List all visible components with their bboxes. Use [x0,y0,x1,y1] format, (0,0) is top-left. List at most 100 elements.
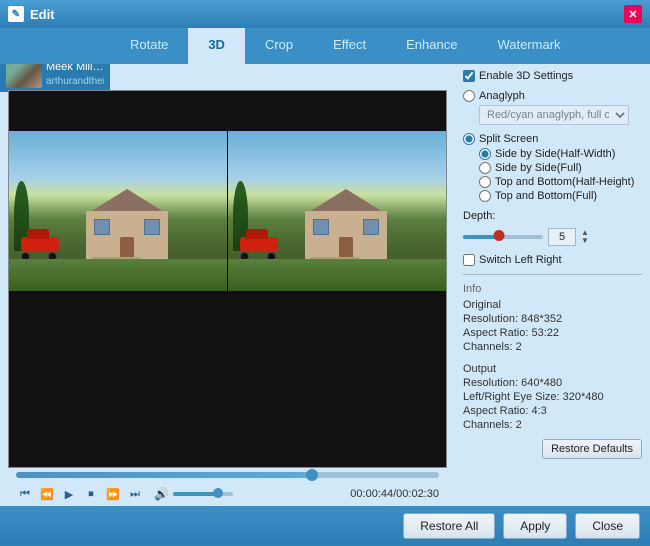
original-channels: Channels: 2 [463,341,642,353]
output-heading: Output [463,363,642,375]
original-heading: Original [463,299,642,311]
split-options: Side by Side(Half-Width) Side by Side(Fu… [479,148,642,202]
apply-button[interactable]: Apply [503,513,567,539]
anaglyph-dropdown-row: Red/cyan anaglyph, full color [479,105,642,125]
divider-1 [463,274,642,275]
tab-crop[interactable]: Crop [245,28,313,64]
depth-arrows: ▲ ▼ [581,229,589,245]
restore-all-button[interactable]: Restore All [403,513,495,539]
play-button[interactable]: ▶ [60,485,78,503]
anaglyph-label: Anaglyph [479,90,525,102]
switch-lr-checkbox[interactable] [463,254,475,266]
output-resolution: Resolution: 640*480 [463,377,642,389]
volume-fill [173,492,218,496]
depth-controls: 5 ▲ ▼ [463,228,642,246]
split-screen-row: Split Screen [463,133,642,145]
depth-row: Depth: [463,210,642,222]
controls-area: ⏮ ⏪ ▶ ⏹ ⏩ ⏭ 🔊 00:00:44/00:02:30 [8,468,447,506]
car-cabin-r [246,229,268,239]
enable-3d-row: Enable 3D Settings [463,70,642,82]
skip-forward-button[interactable]: ⏭ [126,485,144,503]
video-black-top [9,91,446,131]
anaglyph-section: Anaglyph Red/cyan anaglyph, full color [463,90,642,125]
enable-3d-section: Enable 3D Settings [463,70,642,82]
depth-section: Depth: 5 ▲ ▼ [463,210,642,246]
volume-icon: 🔊 [154,487,169,501]
video-scene [9,131,446,291]
house-body [86,211,168,259]
split-top-half-radio[interactable] [479,176,491,188]
track-thumbnail [6,60,42,88]
grass-r [228,259,446,291]
stop-button[interactable]: ⏹ [82,485,100,503]
volume-thumb [213,488,223,498]
split-screen-label: Split Screen [479,133,538,145]
split-top-half-row: Top and Bottom(Half-Height) [479,176,642,188]
track-info: Meek Mill Ft. ... arthurandthei... [46,60,104,87]
depth-label: Depth: [463,210,495,222]
info-section: Info Original Resolution: 848*352 Aspect… [463,283,642,353]
right-panel: Enable 3D Settings Anaglyph Red/cyan ana… [455,64,650,506]
window-title: Edit [30,7,624,22]
tab-3d[interactable]: 3D [188,28,245,64]
window-close-button[interactable]: ✕ [624,5,642,23]
split-screen-radio[interactable] [463,133,475,145]
output-section: Output Resolution: 640*480 Left/Right Ey… [463,363,642,431]
tab-watermark[interactable]: Watermark [477,28,580,64]
progress-fill [16,472,312,478]
restore-defaults-button[interactable]: Restore Defaults [542,439,642,459]
split-side-full-row: Side by Side(Full) [479,162,642,174]
main-content: Output Preview [0,64,650,506]
window-left [94,219,110,235]
split-top-full-radio[interactable] [479,190,491,202]
car-body-r [240,237,278,251]
split-screen-section: Split Screen Side by Side(Half-Width) Si… [463,133,642,202]
depth-thumb [494,230,505,241]
split-top-half-label: Top and Bottom(Half-Height) [495,176,634,188]
anaglyph-row: Anaglyph [463,90,642,102]
split-side-half-radio[interactable] [479,148,491,160]
info-heading: Info [463,283,642,295]
tab-effect[interactable]: Effect [313,28,386,64]
anaglyph-dropdown[interactable]: Red/cyan anaglyph, full color [479,105,629,125]
window-left-r [313,219,329,235]
split-side-full-label: Side by Side(Full) [495,162,582,174]
progress-thumb [306,469,318,481]
app-icon: ✎ [8,6,24,22]
scene-left [9,131,227,291]
window-right-r [363,219,379,235]
split-side-half-row: Side by Side(Half-Width) [479,148,642,160]
tab-rotate[interactable]: Rotate [110,28,188,64]
depth-slider[interactable] [463,235,543,239]
skip-back-button[interactable]: ⏮ [16,485,34,503]
door [120,237,134,259]
step-forward-button[interactable]: ⏩ [104,485,122,503]
enable-3d-label: Enable 3D Settings [479,70,573,82]
tab-bar: Rotate 3D Crop Effect Enhance Watermark [0,28,650,64]
anaglyph-radio[interactable] [463,90,475,102]
depth-down-arrow[interactable]: ▼ [581,237,589,245]
output-lr-size: Left/Right Eye Size: 320*480 [463,391,642,403]
door-r [339,237,353,259]
volume-slider[interactable] [173,492,233,496]
depth-value[interactable]: 5 [548,228,576,246]
switch-lr-label: Switch Left Right [479,254,562,266]
house-r [301,189,391,259]
preview-area: Output Preview [0,64,455,506]
enable-3d-checkbox[interactable] [463,70,475,82]
car-left [21,237,59,261]
time-display: 00:00:44/00:02:30 [350,488,439,500]
original-resolution: Resolution: 848*352 [463,313,642,325]
tab-enhance[interactable]: Enhance [386,28,477,64]
original-aspect: Aspect Ratio: 53:22 [463,327,642,339]
split-side-half-label: Side by Side(Half-Width) [495,148,615,160]
progress-bar[interactable] [16,472,439,478]
switch-lr-section: Switch Left Right [463,254,642,266]
switch-lr-row: Switch Left Right [463,254,642,266]
step-back-button[interactable]: ⏪ [38,485,56,503]
grass [9,259,227,291]
car-right [240,237,278,261]
close-button[interactable]: Close [575,513,640,539]
split-side-full-radio[interactable] [479,162,491,174]
scene-right [228,131,446,291]
